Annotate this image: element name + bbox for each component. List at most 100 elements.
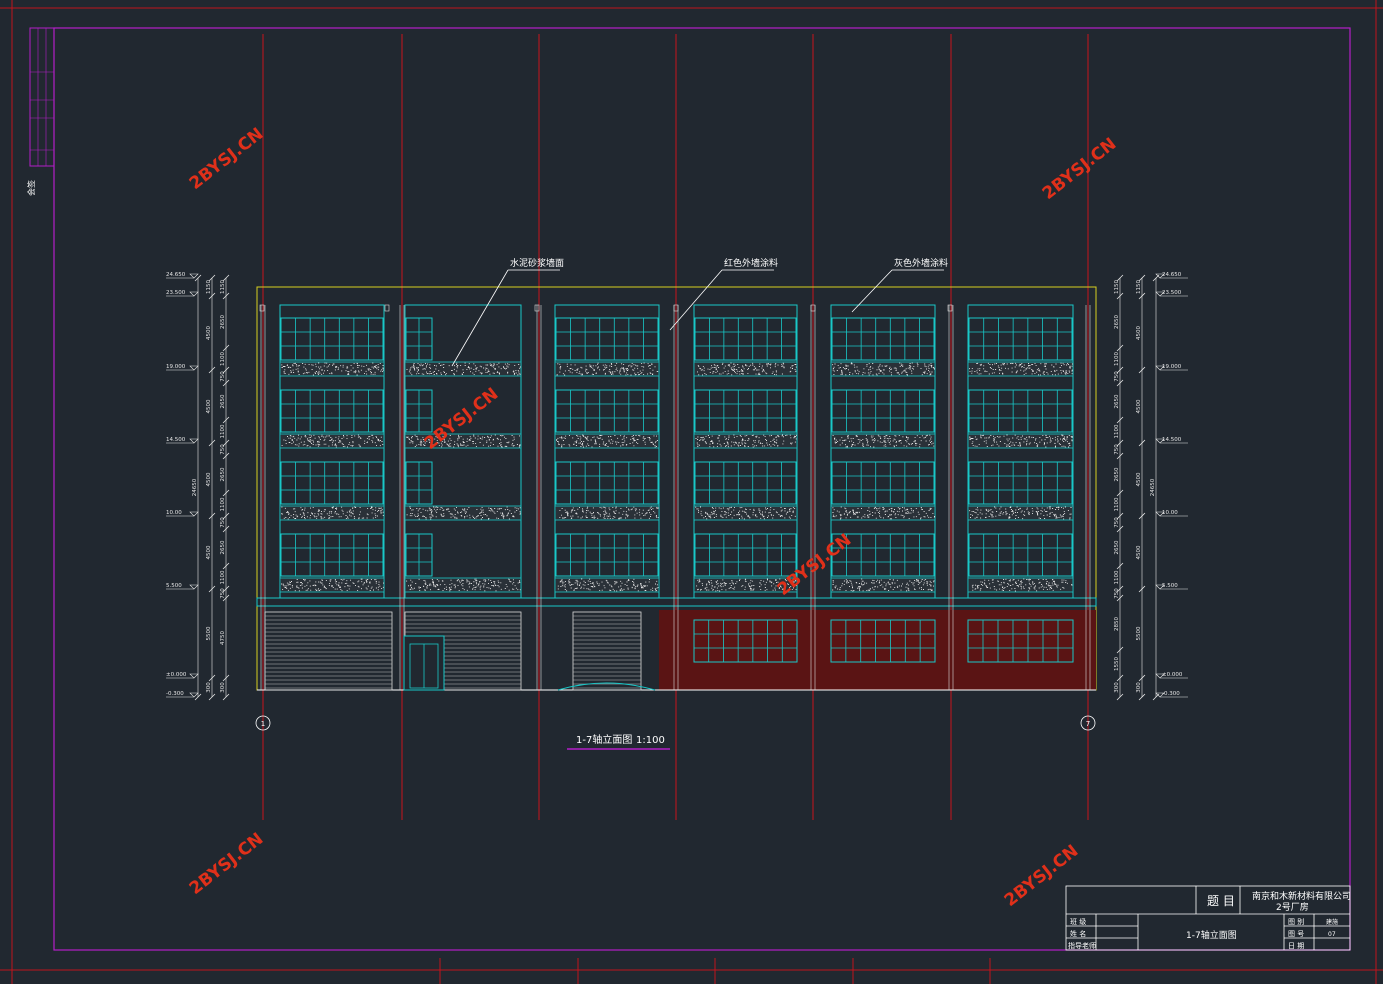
elevation-label: 14.500 [1162, 437, 1182, 443]
dim-right-mid-label: 4500 [1136, 472, 1142, 486]
window [968, 533, 1073, 577]
red-wall-ground [659, 610, 1096, 690]
dim-right-inner-label: 2650 [1114, 467, 1120, 481]
window [280, 317, 384, 361]
elevation-label: -0.300 [166, 691, 184, 697]
dim-left-mid-label: 4500 [206, 326, 212, 340]
cement-spandrel [279, 433, 385, 449]
dim-right-inner-label: 750 [1114, 444, 1120, 455]
dim-left-inner-label: 2650 [220, 540, 226, 554]
sheet-frame [0, 0, 1383, 984]
window [831, 461, 935, 505]
dim-left-inner-label: 1100 [220, 497, 226, 511]
row-label-advisor: 指导老师 [1068, 941, 1096, 950]
row-label-class: 班 级 [1070, 917, 1086, 926]
field-value-category: 建施 [1326, 918, 1338, 926]
dim-right-inner-label: 1100 [1114, 424, 1120, 438]
elevation-label: 23.500 [166, 290, 186, 296]
field-label-date: 日 期 [1288, 942, 1304, 950]
dim-left-mid-label: 300 [206, 682, 212, 693]
window [968, 317, 1073, 361]
dim-left-inner-label: 1100 [220, 424, 226, 438]
company-name: 南京和木新材料有限公司 [1252, 890, 1351, 902]
elevation-label: 24.650 [166, 272, 186, 278]
dim-left-inner-label: 1100 [220, 570, 226, 584]
dim-left-mid-label: 1150 [206, 280, 212, 294]
dim-right-mid-label: 4500 [1136, 399, 1142, 413]
window [555, 389, 659, 433]
elevation-label: 19.000 [1162, 364, 1182, 370]
dim-left-mid-label: 4500 [206, 399, 212, 413]
watermark: 2BYSJ.CN [1039, 134, 1121, 204]
side-note: 会签 [26, 180, 36, 196]
dim-left-inner-label: 750 [220, 588, 226, 599]
elevation-marker [189, 365, 199, 371]
dim-left-inner-label: 1150 [220, 280, 226, 294]
window [280, 533, 384, 577]
dim-right-inner-label: 1100 [1114, 570, 1120, 584]
dim-left-mid-label: 5500 [206, 626, 212, 640]
elevation-marker [189, 692, 199, 698]
callout-cement: 水泥砂浆墙面 [510, 257, 564, 269]
drawing-name: 1-7轴立面图 [1186, 929, 1237, 941]
column-cap [384, 304, 390, 312]
window [968, 461, 1073, 505]
elevation-label: 10.00 [166, 510, 182, 516]
elevation-label: ±0.000 [1162, 672, 1183, 678]
svg-text:1: 1 [261, 720, 265, 728]
svg-text:7: 7 [1086, 720, 1090, 728]
field-label-number: 图 号 [1288, 930, 1304, 938]
window [555, 461, 659, 505]
window [694, 317, 797, 361]
dim-right-inner-label: 750 [1114, 371, 1120, 382]
elevation-label: 23.500 [1162, 290, 1182, 296]
window [694, 389, 797, 433]
dim-right-inner-label: 1150 [1114, 280, 1120, 294]
dim-left-inner-label: 750 [220, 517, 226, 528]
dim-right-inner-label: 2650 [1114, 394, 1120, 408]
dim-right-inner-label: 1100 [1114, 352, 1120, 366]
dim-left-inner-label: 2650 [220, 467, 226, 481]
elevation-marker [189, 291, 199, 297]
window [555, 317, 659, 361]
elevation-marker [189, 273, 199, 279]
cement-spandrel [693, 505, 798, 521]
dim-right-inner-label: 2850 [1114, 617, 1120, 631]
bay-frame [404, 304, 522, 599]
elevation-label: 10.00 [1162, 510, 1178, 516]
window [555, 533, 659, 577]
dim-left-mid-label: 4500 [206, 545, 212, 559]
dim-right-mid-label: 5500 [1136, 626, 1142, 640]
dim-right-inner-label: 750 [1114, 517, 1120, 528]
dim-right-inner-label: 1100 [1114, 497, 1120, 511]
dim-left-inner-label: 2650 [220, 394, 226, 408]
dim-right-outer-label: 24650 [1150, 478, 1156, 496]
cement-spandrel [279, 577, 385, 593]
dim-right-inner-label: 300 [1114, 682, 1120, 693]
elevation-marker [189, 673, 199, 679]
roller-door [264, 611, 393, 691]
dim-right-inner-label: 2650 [1114, 540, 1120, 554]
callout-grey-paint: 灰色外墙涂料 [894, 257, 948, 269]
dim-left-inner-label: 1100 [220, 352, 226, 366]
field-value-number: 07 [1328, 931, 1336, 938]
svg-text:1-7轴立面图: 1-7轴立面图 [576, 733, 632, 746]
elevation-label: ±0.000 [166, 672, 187, 678]
watermark: 2BYSJ.CN [186, 124, 268, 194]
cement-spandrel [967, 577, 1074, 593]
dim-right-mid-label: 4500 [1136, 326, 1142, 340]
elevation-label: -0.300 [1162, 691, 1180, 697]
watermark: 2BYSJ.CN [1001, 841, 1083, 911]
elevation-label: 19.000 [166, 364, 186, 370]
cement-spandrel [830, 361, 936, 377]
title-label: 题 目 [1207, 894, 1235, 908]
dim-left-mid-label: 4500 [206, 472, 212, 486]
dim-left-inner-label: 4750 [220, 631, 226, 645]
dim-left-inner-label: 300 [220, 682, 226, 693]
callout-red-paint: 红色外墙涂料 [724, 257, 778, 269]
dim-left-inner-label: 750 [220, 371, 226, 382]
field-label-category: 图 别 [1288, 917, 1304, 926]
elevation-label: 5.500 [166, 583, 182, 589]
row-label-name: 姓 名 [1070, 929, 1086, 938]
elevation-label: 14.500 [166, 437, 186, 443]
